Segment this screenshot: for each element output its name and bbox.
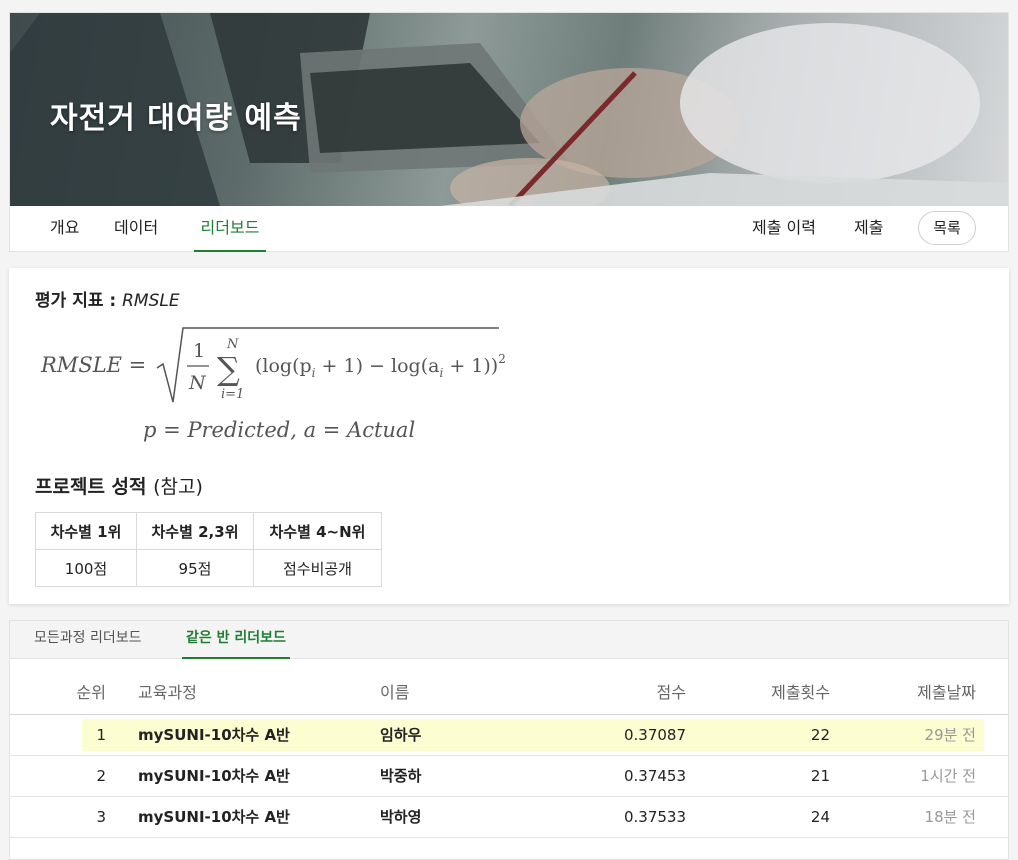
score-table-header: 차수별 2,3위 (136, 512, 254, 550)
tab-same-class-leaderboard[interactable]: 같은 반 리더보드 (182, 621, 290, 659)
course-cell: mySUNI-10차수 A반 (138, 808, 290, 826)
name-cell: 임하우 (380, 726, 422, 744)
date-cell: 29분 전 (924, 726, 976, 744)
tab-data[interactable]: 데이터 (114, 206, 158, 252)
tab-overview[interactable]: 개요 (50, 206, 79, 252)
date-cell: 18분 전 (924, 808, 976, 826)
formula-legend: p = Predicted, a = Actual (143, 418, 416, 442)
project-score-note: (참고) (153, 476, 203, 498)
column-header-count[interactable]: 제출횟수 (730, 673, 830, 713)
project-score-heading: 프로젝트 성적 (참고) (35, 472, 203, 499)
formula-body-start: (log(p (255, 355, 312, 377)
score-table-header-row: 차수별 1위 차수별 2,3위 차수별 4~N위 (35, 512, 382, 550)
competition-header: 자전거 대여량 예측 개요 데이터 리더보드 제출 이력 제출 목록 (9, 12, 1009, 252)
leaderboard-card: 모든과정 리더보드 같은 반 리더보드 순위 교육과정 이름 점수 제출횟수 제… (9, 620, 1009, 860)
score-table-cell: 점수비공개 (253, 549, 382, 587)
metric-name: RMSLE (122, 291, 180, 311)
rank-cell: 2 (96, 767, 106, 785)
score-table-value-row: 100점 95점 점수비공개 (35, 549, 382, 587)
formula-body: (log(pi + 1) − log(ai + 1))2 (255, 352, 506, 380)
score-cell: 0.37533 (623, 808, 686, 826)
score-table-header: 차수별 1위 (35, 512, 137, 550)
list-button[interactable]: 목록 (918, 211, 976, 245)
tab-all-courses-leaderboard[interactable]: 모든과정 리더보드 (34, 621, 142, 659)
formula-lhs: RMSLE = (40, 353, 146, 377)
tab-leaderboard[interactable]: 리더보드 (194, 206, 266, 252)
evaluation-card: 평가 지표 : RMSLE RMSLE = 1 N N ∑ i=1 (log(p… (9, 268, 1009, 604)
submit-link[interactable]: 제출 (854, 206, 883, 252)
score-table-cell: 100점 (35, 549, 137, 587)
name-cell: 박하영 (380, 808, 422, 826)
sum-sign: ∑ (217, 350, 240, 388)
table-row[interactable]: 1 mySUNI-10차수 A반 임하우 0.37087 22 29분 전 (10, 715, 1008, 756)
score-cell: 0.37453 (623, 767, 686, 785)
count-cell: 24 (810, 808, 830, 826)
project-score-table: 차수별 1위 차수별 2,3위 차수별 4~N위 100점 95점 점수비공개 (35, 512, 382, 587)
leaderboard-tabs: 모든과정 리더보드 같은 반 리더보드 (10, 621, 1008, 659)
formula-sum-bottom: i=1 (221, 387, 244, 402)
count-cell: 21 (810, 767, 830, 785)
metric-heading: 평가 지표 : RMSLE (35, 286, 180, 311)
project-score-title: 프로젝트 성적 (35, 476, 154, 498)
metric-heading-label: 평가 지표 : (35, 291, 123, 311)
count-cell: 22 (810, 726, 830, 744)
name-cell: 박중하 (380, 767, 422, 785)
formula-body-end: + 1)) (443, 355, 498, 377)
submission-history-link[interactable]: 제출 이력 (752, 206, 816, 252)
score-cell: 0.37087 (623, 726, 686, 744)
rmsle-formula: RMSLE = 1 N N ∑ i=1 (log(pi + 1) − log(a… (40, 327, 506, 403)
date-cell: 1시간 전 (920, 767, 976, 785)
score-table-cell: 95점 (136, 549, 254, 587)
score-table-header: 차수별 4~N위 (253, 512, 382, 550)
table-row[interactable]: 3 mySUNI-10차수 A반 박하영 0.37533 24 18분 전 (10, 797, 1008, 838)
rank-cell: 1 (96, 726, 106, 744)
column-header-course[interactable]: 교육과정 (138, 673, 197, 713)
hero-banner-image: 자전거 대여량 예측 (10, 13, 1008, 206)
competition-nav: 개요 데이터 리더보드 제출 이력 제출 목록 (10, 206, 1008, 252)
page-title: 자전거 대여량 예측 (50, 101, 302, 136)
formula-frac-den: N (188, 372, 207, 394)
course-cell: mySUNI-10차수 A반 (138, 767, 290, 785)
course-cell: mySUNI-10차수 A반 (138, 726, 290, 744)
formula-frac-num: 1 (193, 340, 205, 362)
column-header-date[interactable]: 제출날짜 (870, 673, 976, 713)
rank-cell: 3 (96, 808, 106, 826)
column-header-score[interactable]: 점수 (570, 673, 686, 713)
table-row[interactable]: 2 mySUNI-10차수 A반 박중하 0.37453 21 1시간 전 (10, 756, 1008, 797)
formula-body-mid: + 1) − log(a (316, 355, 440, 377)
column-header-rank[interactable]: 순위 (66, 673, 106, 713)
column-header-name[interactable]: 이름 (380, 673, 409, 713)
leaderboard-header-row: 순위 교육과정 이름 점수 제출횟수 제출날짜 (10, 673, 1008, 715)
formula-exp: 2 (498, 352, 506, 366)
